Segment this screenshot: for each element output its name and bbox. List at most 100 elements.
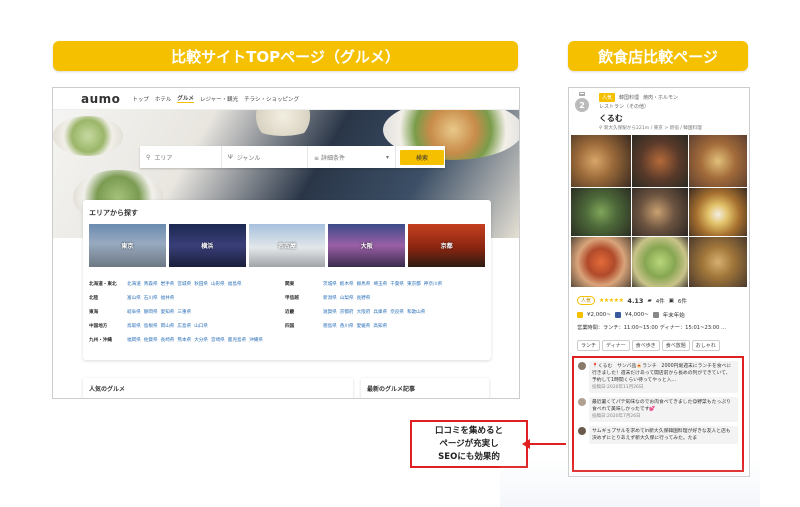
business-hours: 営業時間：ランチ：11:00~15:00 ディナー：15:01~23:00 ..… [577,325,726,331]
prefecture-link[interactable]: 神奈川県 [424,281,442,287]
food-photo[interactable] [571,188,631,236]
food-photo[interactable] [689,188,747,236]
region-group: 北海道・東北 北海道 青森県 岩手県 宮城県 秋田県 山形県 福島県 [89,281,285,287]
popular-gourmet-card[interactable]: 人気のグルメ [83,378,353,398]
prefecture-link[interactable]: 島根県 [144,323,158,329]
area-input[interactable]: ⚲ エリア [140,146,222,168]
food-photo[interactable] [632,237,688,287]
review-count[interactable]: 4件 [656,297,665,305]
feature-chip[interactable]: ランチ [577,340,601,351]
food-photo[interactable] [689,237,747,287]
prefecture-link[interactable]: 徳島県 [323,323,337,329]
prefecture-link[interactable]: 山口県 [194,323,208,329]
prefecture-link[interactable]: 高知県 [373,323,387,329]
area-tile-osaka[interactable]: 大阪 [328,224,406,267]
prefecture-link[interactable]: 岐阜県 [127,309,141,315]
prefecture-link[interactable]: 長崎県 [161,337,175,343]
nav-shopping[interactable]: チラシ・ショッピング [244,95,299,103]
genre-input[interactable]: Ψ ジャンル [222,146,308,168]
prefecture-link[interactable]: 栃木県 [340,281,354,287]
avatar [578,362,586,370]
food-photo[interactable] [689,135,747,187]
prefecture-link[interactable]: 福島県 [228,281,242,287]
prefecture-link[interactable]: 沖縄県 [249,337,263,343]
food-plate-image [53,116,123,156]
arrow-line [528,443,566,445]
prefecture-link[interactable]: 茨城県 [323,281,337,287]
prefecture-link[interactable]: 岩手県 [161,281,175,287]
food-photo[interactable] [632,188,688,236]
area-tile-tokyo[interactable]: 東京 [89,224,166,267]
prefecture-link[interactable]: 富山県 [127,295,141,301]
nav-leisure[interactable]: レジャー・観光 [200,95,238,103]
review-item[interactable]: サムギョプサルを求めてin新大久保韓国料理が好きな友人と店も決めずにとりあえず新… [578,426,738,444]
photo-count[interactable]: 6件 [678,297,687,305]
cutlery-icon: Ψ [228,153,233,161]
prefecture-links: 新潟県 山梨県 長野県 [323,295,370,301]
genre-tag[interactable]: 焼肉・ホルモン [643,94,678,101]
prefecture-link[interactable]: 静岡県 [144,309,158,315]
prefecture-link[interactable]: 福井県 [161,295,175,301]
review-text: 📍くるむ サンバ品🍝ランチ 2000円堀週末にランチを食べに行きました！週末だけ… [592,364,732,383]
prefecture-link[interactable]: 千葉県 [390,281,404,287]
review-item[interactable]: 最近暑くてパテ気味なのでお肉食べてきました😋野菜もたっぷり食べれて美味しかったで… [578,397,738,422]
prefecture-link[interactable]: 熊本県 [177,337,191,343]
prefecture-link[interactable]: 大分県 [194,337,208,343]
feature-chip[interactable]: ディナー [602,340,630,351]
prefecture-link[interactable]: 群馬県 [357,281,371,287]
prefecture-link[interactable]: 兵庫県 [373,309,387,315]
prefecture-link[interactable]: 新潟県 [323,295,337,301]
region-row: 東海 岐阜県 静岡県 愛知県 三重県 近畿 滋賀県 京都府 大阪府 兵庫県 奈良県 和歌山県 [89,305,485,319]
shop-name[interactable]: くるむ [599,113,623,124]
prefecture-link[interactable]: 三重県 [177,309,191,315]
prefecture-link[interactable]: 青森県 [144,281,158,287]
prefecture-link[interactable]: 広島県 [177,323,191,329]
calendar-icon [652,312,659,318]
prefecture-link[interactable]: 愛媛県 [357,323,371,329]
food-photo[interactable] [632,135,688,187]
prefecture-link[interactable]: 奈良県 [390,309,404,315]
prefecture-link[interactable]: 北海道 [127,281,141,287]
search-button[interactable]: 検索 [400,149,444,165]
nav-top[interactable]: トップ [132,95,149,103]
area-tile-kyoto[interactable]: 京都 [408,224,485,267]
prefecture-link[interactable]: 石川県 [144,295,158,301]
detail-select[interactable]: ≡ 詳細条件 ▾ [308,146,396,168]
shop-location-text: 新大久保駅から221m / 東京 > 新宿 / 韓国料理 [603,126,702,131]
prefecture-link[interactable]: 山梨県 [340,295,354,301]
site-logo[interactable]: aumo [81,92,120,106]
prefecture-link[interactable]: 岡山県 [161,323,175,329]
prefecture-link[interactable]: 滋賀県 [323,309,337,315]
genre-tag[interactable]: レストラン（その他） [599,103,649,110]
prefecture-link[interactable]: 山形県 [211,281,225,287]
prefecture-link[interactable]: 鳥取県 [127,323,141,329]
prefecture-link[interactable]: 鹿児島県 [228,337,246,343]
image-icon: ▣ [668,297,674,304]
prefecture-link[interactable]: 京都府 [340,309,354,315]
prefecture-link[interactable]: 福岡県 [127,337,141,343]
latest-articles-card[interactable]: 最新のグルメ記事 [361,378,489,398]
region-name: 関東 [285,282,295,287]
food-photo[interactable] [571,135,631,187]
prefecture-link[interactable]: 宮城県 [177,281,191,287]
prefecture-link[interactable]: 秋田県 [194,281,208,287]
feature-chip[interactable]: 食べ放題 [661,340,690,351]
area-tile-yokohama[interactable]: 横浜 [168,224,246,267]
nav-gourmet[interactable]: グルメ [177,94,194,103]
prefecture-link[interactable]: 長野県 [357,295,371,301]
feature-chip[interactable]: 食べ歩き [631,340,660,351]
prefecture-link[interactable]: 東京都 [407,281,421,287]
prefecture-link[interactable]: 和歌山県 [407,309,425,315]
prefecture-link[interactable]: 佐賀県 [144,337,158,343]
feature-chip[interactable]: おしゃれ [691,340,720,351]
food-photo[interactable] [571,237,631,287]
area-tile-nagoya[interactable]: 名古屋 [248,224,326,267]
prefecture-link[interactable]: 香川県 [340,323,354,329]
prefecture-link[interactable]: 埼玉県 [373,281,387,287]
prefecture-link[interactable]: 大阪府 [357,309,371,315]
prefecture-link[interactable]: 愛知県 [161,309,175,315]
prefecture-link[interactable]: 宮崎県 [211,337,225,343]
review-item[interactable]: 📍くるむ サンバ品🍝ランチ 2000円堀週末にランチを食べに行きました！週末だけ… [578,361,738,393]
genre-tag[interactable]: 韓国料理 [619,94,639,101]
nav-hotel[interactable]: ホテル [155,95,172,103]
